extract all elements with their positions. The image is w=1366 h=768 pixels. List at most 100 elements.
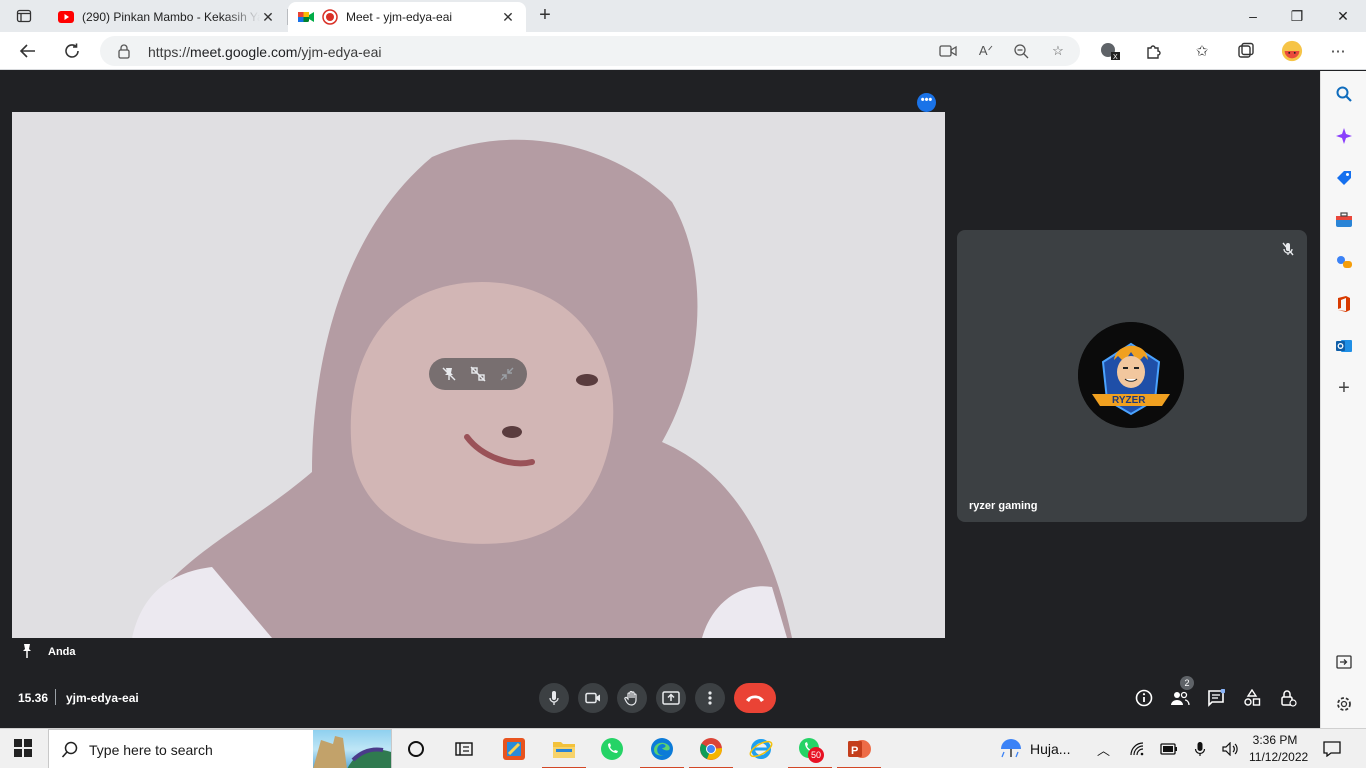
recording-icon [322, 9, 338, 25]
chrome-icon[interactable] [689, 735, 733, 768]
outlook-icon[interactable] [1333, 335, 1355, 357]
office-icon[interactable] [1333, 293, 1355, 315]
microphone-tray-icon[interactable] [1194, 739, 1206, 759]
notification-badge: 50 [808, 747, 824, 763]
svg-text:P: P [851, 745, 858, 757]
more-options-icon[interactable]: ••• [917, 93, 936, 112]
back-button[interactable] [15, 38, 41, 64]
whatsapp-icon[interactable] [598, 735, 626, 763]
sidebar-settings-icon[interactable] [1333, 693, 1355, 715]
frame-off-icon[interactable] [468, 364, 488, 384]
collections-icon[interactable] [1235, 40, 1257, 62]
profile-avatar[interactable] [1281, 40, 1303, 62]
avatar-brand-text: RYZER [1112, 395, 1146, 406]
browser-toolbar: https://meet.google.com/yjm-edya-eai Aᐟ … [0, 32, 1366, 70]
close-window-button[interactable]: ✕ [1320, 0, 1366, 32]
whatsapp-web-icon[interactable]: 50 [788, 735, 832, 768]
tab-close-button[interactable]: ✕ [260, 9, 276, 25]
self-video-feed[interactable] [12, 112, 945, 638]
edge-sidebar: + [1320, 71, 1366, 728]
present-screen-button[interactable] [656, 683, 686, 713]
show-hidden-icons-icon[interactable]: ︿ [1097, 739, 1110, 759]
tab-close-button[interactable]: ✕ [500, 9, 516, 25]
windows-start-icon[interactable] [14, 739, 34, 759]
raise-hand-button[interactable] [617, 683, 647, 713]
search-icon [61, 741, 79, 759]
meeting-info-divider [55, 689, 56, 705]
people-button[interactable] [1169, 687, 1191, 709]
microphone-button[interactable] [539, 683, 569, 713]
pin-off-icon[interactable] [439, 364, 459, 384]
rain-umbrella-icon [1001, 739, 1021, 758]
svg-text:X: X [1113, 54, 1118, 61]
activities-button[interactable] [1241, 687, 1263, 709]
network-icon[interactable] [1130, 739, 1146, 759]
pin-icon [20, 643, 34, 659]
new-tab-button[interactable]: + [534, 4, 556, 26]
address-bar[interactable]: https://meet.google.com/yjm-edya-eai Aᐟ … [100, 36, 1080, 66]
participant-count-badge: 2 [1180, 676, 1194, 690]
info-icon [1135, 689, 1153, 707]
chat-button[interactable] [1205, 687, 1227, 709]
minimize-tile-icon[interactable] [497, 364, 517, 384]
meeting-clock: 15.36 [18, 691, 49, 705]
people-icon [1171, 691, 1190, 706]
more-options-button[interactable] [695, 683, 725, 713]
read-aloud-icon[interactable]: Aᐟ [976, 41, 996, 61]
shopping-tag-icon[interactable] [1333, 167, 1355, 189]
file-explorer-icon[interactable] [542, 735, 586, 768]
tab-meet[interactable]: Meet - yjm-edya-eai ✕ [288, 2, 526, 32]
weather-widget[interactable]: Huja... [998, 739, 1070, 759]
lock-icon[interactable] [116, 43, 132, 59]
battery-icon[interactable] [1160, 739, 1178, 759]
zoom-icon[interactable] [1011, 41, 1031, 61]
microphone-icon [549, 691, 559, 705]
extension-icon[interactable]: X [1099, 40, 1121, 62]
task-view-icon[interactable] [402, 735, 430, 763]
host-controls-button[interactable] [1277, 687, 1299, 709]
tab-actions-icon[interactable] [10, 6, 38, 26]
mic-off-icon [1279, 240, 1297, 258]
kebab-menu-icon [708, 691, 712, 705]
games-icon[interactable] [1333, 251, 1355, 273]
tab-youtube[interactable]: (290) Pinkan Mambo - Kekasih Yang Tak Di… [48, 2, 286, 32]
system-clock[interactable]: 3:36 PM 11/12/2022 [1249, 732, 1308, 766]
browser-tabstrip: (290) Pinkan Mambo - Kekasih Yang Tak Di… [0, 0, 1366, 32]
meet-stage: ••• Anda RYZER ryzer gaming 15.36 yjm-ed… [0, 71, 1320, 728]
discover-sparkle-icon[interactable] [1333, 125, 1355, 147]
search-icon[interactable] [1333, 83, 1355, 105]
game-app-icon[interactable] [500, 735, 528, 763]
favorite-star-icon[interactable]: ☆ [1048, 41, 1068, 61]
search-placeholder: Type here to search [89, 742, 213, 758]
clock-time: 3:36 PM [1252, 733, 1298, 747]
participant-avatar: RYZER [1078, 322, 1184, 428]
self-name-label: Anda [48, 646, 76, 658]
favorites-icon[interactable]: ✩ [1191, 40, 1213, 62]
leave-call-button[interactable] [734, 683, 776, 713]
edge-browser-icon[interactable] [640, 735, 684, 768]
maximize-button[interactable]: ❐ [1274, 0, 1320, 32]
hide-sidebar-icon[interactable] [1333, 651, 1355, 673]
raise-hand-icon [624, 690, 637, 706]
powerpoint-icon[interactable]: P [837, 735, 881, 768]
widgets-icon[interactable] [450, 735, 478, 763]
camera-permission-icon[interactable] [938, 41, 958, 61]
camera-icon [585, 692, 600, 704]
volume-icon[interactable] [1222, 739, 1240, 759]
participant-tile[interactable]: RYZER ryzer gaming [957, 230, 1307, 522]
meeting-details-button[interactable] [1133, 687, 1155, 709]
camera-button[interactable] [578, 683, 608, 713]
activities-icon [1244, 689, 1261, 706]
hang-up-icon [746, 695, 764, 702]
url-text: https://meet.google.com/yjm-edya-eai [148, 44, 382, 60]
taskbar-search-box[interactable]: Type here to search [48, 729, 392, 768]
add-sidebar-app-icon[interactable]: + [1333, 377, 1355, 399]
notifications-icon[interactable] [1323, 739, 1341, 759]
weather-text: Huja... [1030, 741, 1071, 757]
settings-more-icon[interactable]: ⋯ [1327, 40, 1349, 62]
internet-explorer-icon[interactable] [747, 735, 775, 763]
minimize-button[interactable]: – [1230, 0, 1276, 32]
tools-briefcase-icon[interactable] [1333, 209, 1355, 231]
refresh-button[interactable] [59, 38, 85, 64]
extensions-puzzle-icon[interactable] [1143, 40, 1165, 62]
